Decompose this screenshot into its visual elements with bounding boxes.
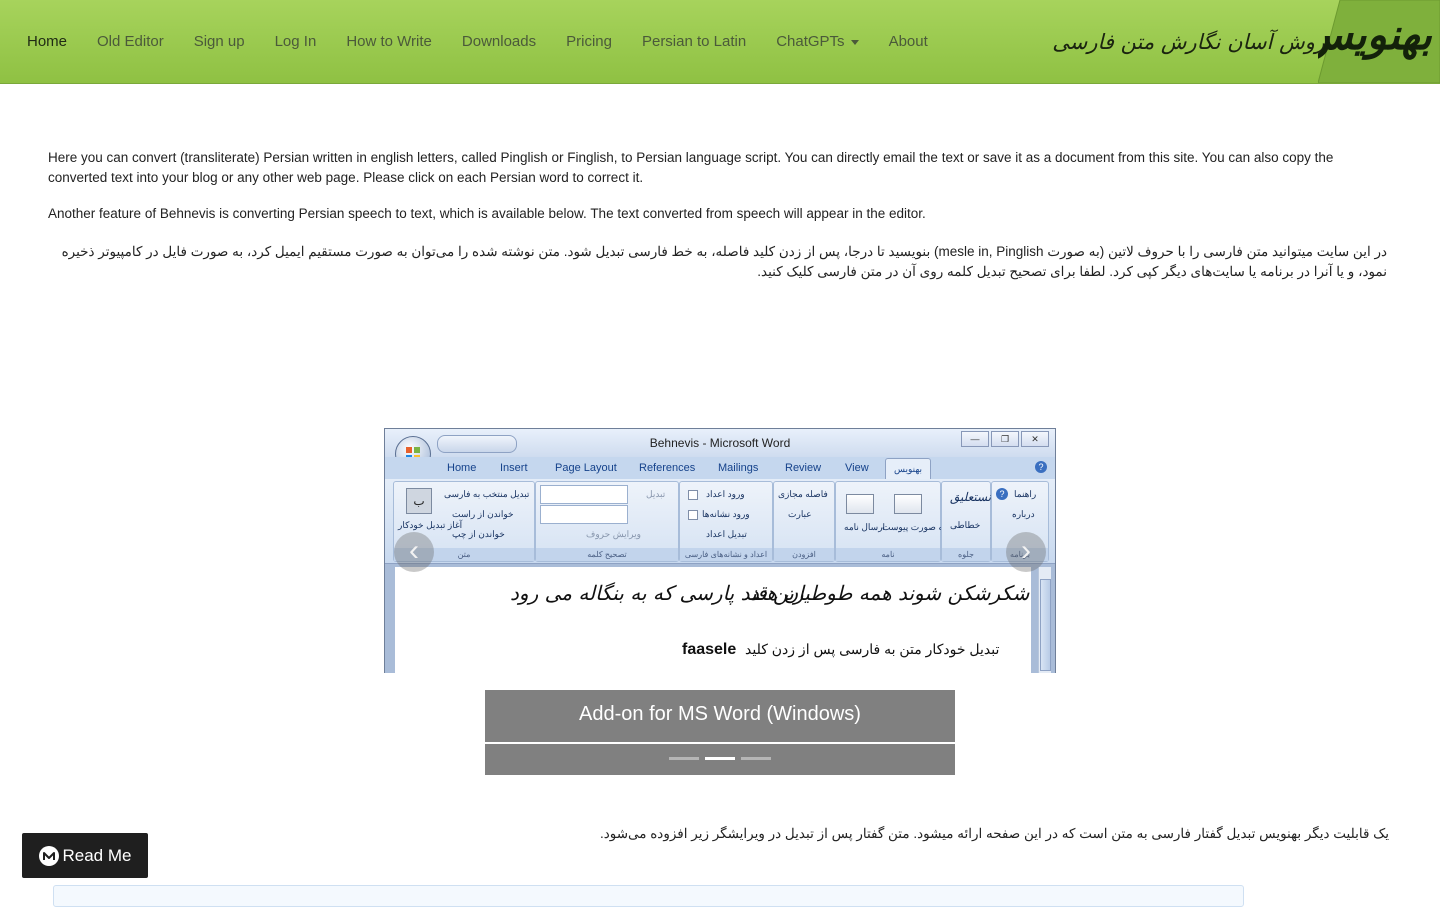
ribbon-group-correction: تبدیل ویرایش حروف تصحیح کلمه xyxy=(535,481,679,562)
ribbon-group-letter: ارسال نامه ارسال به صورت پیوست نامه xyxy=(835,481,972,562)
checkbox-icon xyxy=(688,510,698,520)
envelope-attach-icon xyxy=(894,494,922,514)
ribbon-tab-home: Home xyxy=(447,462,477,474)
close-icon: ✕ xyxy=(1021,431,1049,447)
nav-how-to-write[interactable]: How to Write xyxy=(331,33,447,50)
envelope-icon xyxy=(846,494,874,514)
ribbon-select xyxy=(540,505,628,524)
nav-about[interactable]: About xyxy=(874,33,943,50)
speech-feature-note: یک قابلیت دیگر بهنویس تبدیل گفتار فارسی … xyxy=(599,826,1389,841)
ribbon-tab-behnevis: بهنویس xyxy=(885,458,931,480)
ribbon-group-label: تصحیح کلمه xyxy=(536,548,678,561)
nav-persian-to-latin[interactable]: Persian to Latin xyxy=(627,33,761,50)
document-page: شکرشکن شوند همه طوطیان هند زین قند پارسی… xyxy=(395,567,1031,673)
logo-text: بهنویس xyxy=(1318,10,1432,59)
ribbon-item: فاصله مجازی xyxy=(778,489,828,499)
nav-downloads[interactable]: Downloads xyxy=(447,33,551,50)
medium-logo-icon xyxy=(38,845,59,866)
carousel-caption-text: Add-on for MS Word (Windows) xyxy=(579,703,861,725)
document-scrollbar xyxy=(1038,567,1051,673)
ribbon-tab-page-layout: Page Layout xyxy=(555,462,617,474)
ribbon-item: تبدیل اعداد xyxy=(706,529,747,539)
ribbon-item: عبارت xyxy=(788,509,812,519)
restore-icon: ❐ xyxy=(991,431,1019,447)
editor-container[interactable] xyxy=(53,885,1244,907)
document-area: شکرشکن شوند همه طوطیان هند زین قند پارسی… xyxy=(385,564,1055,673)
nav-pricing[interactable]: Pricing xyxy=(551,33,627,50)
ribbon-item: تبدیل منتخب به فارسی xyxy=(444,489,530,499)
ribbon-group-insert: فاصله مجازی عبارت افزودن xyxy=(773,481,835,562)
checkbox-icon xyxy=(688,490,698,500)
word-title-bar: Behnevis - Microsoft Word — ❐ ✕ xyxy=(385,429,1055,457)
carousel-caption: Add-on for MS Word (Windows) xyxy=(485,690,955,775)
ribbon-group-label: افزودن xyxy=(774,548,834,561)
document-latin-word: faasele xyxy=(682,641,737,658)
ribbon-tab-view: View xyxy=(845,462,869,474)
caption-divider xyxy=(485,742,955,744)
carousel-indicator-1[interactable] xyxy=(669,757,699,760)
carousel-next-button[interactable]: › xyxy=(1006,532,1046,572)
ribbon-item: ویرایش حروف xyxy=(586,529,642,539)
nav-menu: Home Old Editor Sign up Log In How to Wr… xyxy=(12,0,943,83)
scroll-thumb xyxy=(1040,579,1051,671)
ribbon-input xyxy=(540,485,628,504)
ribbon-group-label: نامه xyxy=(836,548,940,561)
ribbon-item: تبدیل xyxy=(646,489,666,499)
feature-carousel: Behnevis - Microsoft Word — ❐ ✕ Home Ins… xyxy=(384,428,1056,673)
ribbon-panel: ب آغاز تبدیل خودکار تبدیل منتخب به فارسی… xyxy=(385,479,1055,564)
ribbon-group-label: اعداد و نشانه‌های فارسی xyxy=(680,548,772,561)
ribbon-group-effect: نستعلیق خطاطی جلوه xyxy=(941,481,991,562)
help-icon: ? xyxy=(1035,461,1047,473)
site-logo[interactable]: بهنویس xyxy=(1318,0,1440,83)
ribbon-tab-references: References xyxy=(639,462,696,474)
intro-paragraph-persian: در این سایت میتوانید متن فارسی را با حرو… xyxy=(61,244,1387,279)
word-window-title: Behnevis - Microsoft Word xyxy=(649,436,791,450)
ribbon-tab-review: Review xyxy=(785,462,822,474)
nav-sign-up[interactable]: Sign up xyxy=(179,33,260,50)
carousel-indicator-3[interactable] xyxy=(741,757,771,760)
carousel-indicators xyxy=(669,757,771,760)
intro-paragraph-2: Another feature of Behnevis is convertin… xyxy=(48,206,926,221)
ribbon-item: ارسال نامه xyxy=(844,522,886,532)
nav-log-in[interactable]: Log In xyxy=(260,33,332,50)
ribbon-item: درباره xyxy=(1012,509,1035,519)
ribbon-tab-mailings: Mailings xyxy=(718,462,759,474)
caret-down-icon xyxy=(850,39,859,45)
ribbon-item: خواندن از چپ xyxy=(452,529,505,539)
ribbon-group-label: جلوه xyxy=(942,548,990,561)
ribbon-item: راهنما xyxy=(1014,489,1037,499)
nav-home[interactable]: Home xyxy=(12,33,82,50)
help-icon: ? xyxy=(996,488,1008,500)
slide-ms-word-screenshot: Behnevis - Microsoft Word — ❐ ✕ Home Ins… xyxy=(384,428,1056,673)
minimize-icon: — xyxy=(961,431,989,447)
read-me-button[interactable]: Read Me xyxy=(22,833,148,878)
nav-chatgpts-dropdown[interactable]: ChatGPTs xyxy=(761,33,873,50)
document-line: تبدیل خودکار متن به فارسی پس از زدن کلید xyxy=(745,641,1000,657)
top-navbar: Home Old Editor Sign up Log In How to Wr… xyxy=(0,0,1440,84)
ribbon-item: ورود نشانه‌ها xyxy=(702,509,750,519)
carousel-indicator-2[interactable] xyxy=(705,757,735,760)
poem-line-left: زین قند پارسی که به بنگاله می رود xyxy=(510,581,804,605)
ribbon-tabs: Home Insert Page Layout References Maili… xyxy=(385,457,1055,480)
read-me-label: Read Me xyxy=(62,845,132,865)
ribbon-item: خطاطی xyxy=(950,520,981,530)
window-controls: — ❐ ✕ xyxy=(961,431,1049,447)
nav-old-editor[interactable]: Old Editor xyxy=(82,33,179,50)
carousel-prev-button[interactable]: ‹ xyxy=(394,532,434,572)
ribbon-group-numbers: ورود اعداد ورود نشانه‌ها تبدیل اعداد اعد… xyxy=(679,481,773,562)
site-tagline: روش آسان نگارش متن فارسی xyxy=(1052,30,1325,54)
auto-convert-icon: ب xyxy=(406,488,432,514)
ribbon-tab-insert: Insert xyxy=(500,462,528,474)
intro-paragraph-1: Here you can convert (transliterate) Per… xyxy=(48,150,1334,185)
ribbon-item: ورود اعداد xyxy=(706,489,745,499)
ribbon-item: خواندن از راست xyxy=(452,509,514,519)
ribbon-item: نستعلیق xyxy=(950,490,992,504)
nav-chatgpts-label: ChatGPTs xyxy=(776,33,845,50)
